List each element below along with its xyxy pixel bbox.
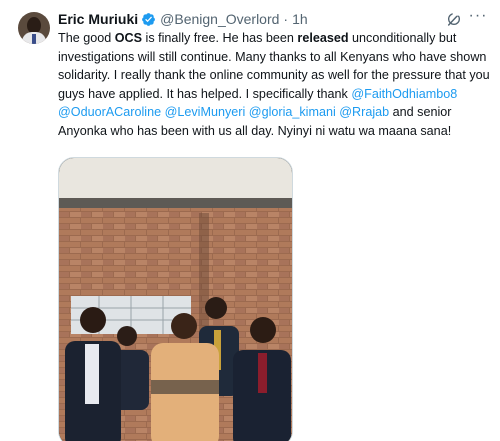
mention-link[interactable]: @gloria_kimani: [249, 105, 336, 119]
tweet-text-segment: The good: [58, 31, 115, 45]
mention-link[interactable]: @Rrajab: [339, 105, 389, 119]
more-options-icon[interactable]: ···: [468, 8, 488, 27]
tweet[interactable]: Eric Muriuki @Benign_Overlord · 1h ··· T…: [0, 0, 500, 441]
separator-dot: ·: [283, 11, 289, 27]
tweet-photo[interactable]: [58, 157, 293, 441]
tweet-text: The good OCS is finally free. He has bee…: [58, 29, 494, 140]
mention-link[interactable]: @LeviMunyeri: [165, 105, 246, 119]
tweet-timestamp[interactable]: 1h: [292, 11, 308, 27]
verified-badge-icon: [142, 12, 156, 26]
author-handle[interactable]: @Benign_Overlord: [160, 11, 279, 27]
tweet-text-bold: OCS: [114, 31, 143, 45]
grok-icon[interactable]: [446, 11, 462, 27]
author-name[interactable]: Eric Muriuki: [58, 11, 138, 27]
tweet-text-bold: released: [297, 31, 349, 45]
mention-link[interactable]: @OduorACaroline: [58, 105, 161, 119]
tweet-header: Eric Muriuki @Benign_Overlord · 1h: [58, 10, 308, 28]
author-avatar[interactable]: [18, 12, 50, 44]
tweet-text-segment: is finally free. He has been: [142, 31, 298, 45]
mention-link[interactable]: @FaithOdhiambo8: [351, 87, 457, 101]
photo-of-five-men-in-front-of-brick-building: [59, 158, 292, 441]
